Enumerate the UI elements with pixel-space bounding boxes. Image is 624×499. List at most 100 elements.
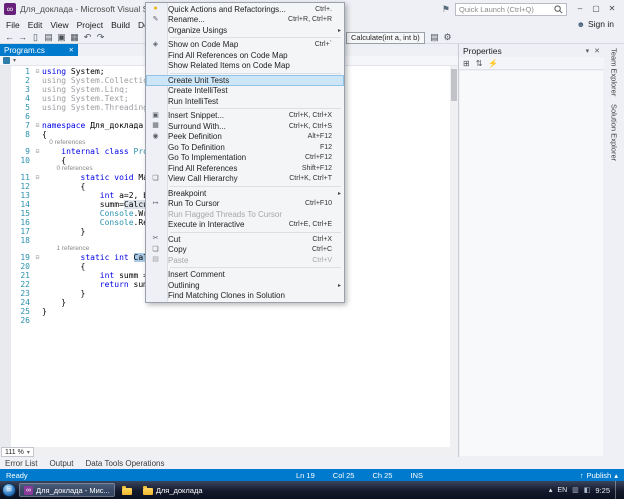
side-tab-solution-explorer[interactable]: Solution Explorer <box>610 104 619 161</box>
notifications-flag-icon[interactable]: ⚑ <box>442 4 450 15</box>
categorized-icon[interactable]: ⊞ <box>463 59 470 68</box>
window-position-chevron-icon[interactable]: ▾ <box>586 47 590 55</box>
redo-icon[interactable]: ↷ <box>94 32 107 43</box>
line-number: 20 <box>11 262 33 271</box>
menu-build[interactable]: Build <box>107 20 134 30</box>
chevron-down-icon[interactable]: ▾ <box>13 57 16 64</box>
fold-column <box>33 280 42 289</box>
context-menu-item-paste: ▤PasteCtrl+V <box>146 255 344 266</box>
context-menu-item-breakpoint[interactable]: Breakpoint▸ <box>146 188 344 199</box>
context-menu-item-surround-with[interactable]: ▦Surround With...Ctrl+K, Ctrl+S <box>146 121 344 132</box>
show-desktop-button[interactable] <box>615 481 619 499</box>
menu-view[interactable]: View <box>46 20 72 30</box>
taskbar-app-для-доклада[interactable]: Для_доклада <box>139 483 207 497</box>
context-menu-item-create-intellitest[interactable]: Create IntelliTest <box>146 86 344 97</box>
context-menu-item-find-all-references-on-code-map[interactable]: Find All References on Code Map <box>146 50 344 61</box>
context-menu-item-go-to-definition[interactable]: Go To DefinitionF12 <box>146 142 344 153</box>
context-menu-item-create-unit-tests[interactable]: Create Unit Tests <box>146 75 344 86</box>
context-menu-item-execute-in-interactive[interactable]: Execute in InteractiveCtrl+E, Ctrl+E <box>146 220 344 231</box>
editor-vertical-scrollbar[interactable] <box>450 66 458 447</box>
minimize-button[interactable]: – <box>572 2 588 16</box>
close-button[interactable]: ✕ <box>604 2 620 16</box>
code-segment: { <box>42 262 85 271</box>
fold-column <box>33 316 42 325</box>
fold-column <box>33 209 42 218</box>
bottom-tool-tabs: Error List Output Data Tools Operations <box>0 457 624 469</box>
maximize-button[interactable]: ▢ <box>588 2 604 16</box>
taskbar-app-для-доклада-мис[interactable]: ∞Для_доклада - Мис... <box>19 483 115 497</box>
back-icon[interactable]: ← <box>3 32 16 42</box>
tab-program-cs[interactable]: Program.cs ✕ <box>0 44 78 56</box>
context-menu-item-go-to-implementation[interactable]: Go To ImplementationCtrl+F12 <box>146 153 344 164</box>
undo-icon[interactable]: ↶ <box>81 32 94 43</box>
context-menu-item-outlining[interactable]: Outlining▸ <box>146 280 344 291</box>
context-menu-item-rename[interactable]: ✎Rename...Ctrl+R, Ctrl+R <box>146 15 344 26</box>
scrollbar-thumb[interactable] <box>451 69 457 101</box>
context-menu-item-organize-usings[interactable]: Organize Usings▸ <box>146 25 344 36</box>
context-menu-item-run-to-cursor[interactable]: ↦Run To CursorCtrl+F10 <box>146 199 344 210</box>
publish-control[interactable]: ↑ Publish ▴ <box>580 471 618 480</box>
code-segment: namespace <box>42 121 85 130</box>
volume-icon[interactable]: ◧ <box>584 486 591 494</box>
tab-close-icon[interactable]: ✕ <box>69 46 74 54</box>
fold-column <box>33 245 42 253</box>
forward-icon[interactable]: → <box>16 32 29 42</box>
menu-edit[interactable]: Edit <box>24 20 47 30</box>
context-menu-item-find-matching-clones-in-solution[interactable]: Find Matching Clones in Solution <box>146 291 344 302</box>
context-menu-item-copy[interactable]: ❏CopyCtrl+C <box>146 245 344 256</box>
context-menu-item-view-call-hierarchy[interactable]: ❏View Call HierarchyCtrl+K, Ctrl+T <box>146 174 344 185</box>
alphabetical-icon[interactable]: ⇅ <box>476 59 483 68</box>
context-menu-item-quick-actions-and-refactorings[interactable]: ●Quick Actions and Refactorings...Ctrl+. <box>146 4 344 15</box>
status-bar: Ready Ln 19 Col 25 Ch 25 INS ↑ Publish ▴ <box>0 469 624 481</box>
chevron-up-icon[interactable]: ▴ <box>549 486 553 494</box>
menu-separator <box>170 267 341 268</box>
start-button[interactable]: ⊞ <box>2 483 16 497</box>
project-icon <box>3 57 10 64</box>
close-icon[interactable]: ✕ <box>594 47 600 55</box>
fold-toggle-icon[interactable]: ⊟ <box>33 173 42 182</box>
side-tab-team-explorer[interactable]: Team Explorer <box>610 48 619 96</box>
fold-toggle-icon[interactable]: ⊟ <box>33 121 42 130</box>
context-menu-item-show-on-code-map[interactable]: ◈Show on Code MapCtrl+` <box>146 40 344 51</box>
sign-in-link[interactable]: Sign in <box>588 19 614 29</box>
menu-file[interactable]: File <box>2 20 24 30</box>
open-file-icon[interactable]: ▤ <box>42 32 55 43</box>
line-number: 26 <box>11 316 33 325</box>
context-menu-item-run-intellitest[interactable]: Run IntelliTest <box>146 96 344 107</box>
code-segment: using System.Linq; <box>42 85 129 94</box>
menu-project[interactable]: Project <box>73 20 107 30</box>
events-icon[interactable]: ⚡ <box>488 59 498 68</box>
properties-header[interactable]: Properties ▾ ✕ <box>459 44 604 57</box>
bottom-tab-data-tools-operations[interactable]: Data Tools Operations <box>85 459 164 468</box>
code-segment <box>42 253 81 262</box>
save-all-icon[interactable]: ▦ <box>68 32 81 43</box>
context-menu-item-find-all-references[interactable]: Find All ReferencesShift+F12 <box>146 163 344 174</box>
context-menu-item-insert-snippet[interactable]: ▣Insert Snippet...Ctrl+K, Ctrl+X <box>146 111 344 122</box>
code-segment: int <box>100 271 114 280</box>
menu-separator <box>170 108 341 109</box>
zoom-control[interactable]: 111 % ▾ <box>1 447 34 457</box>
fold-toggle-icon[interactable]: ⊟ <box>33 147 42 156</box>
list-icon[interactable]: ▤ <box>428 32 441 43</box>
context-menu-item-cut[interactable]: ✂CutCtrl+X <box>146 234 344 245</box>
context-menu-item-show-related-items-on-code-map[interactable]: Show Related Items on Code Map <box>146 61 344 72</box>
quick-launch-search[interactable]: Quick Launch (Ctrl+Q) <box>455 3 567 16</box>
taskbar-app-folder[interactable] <box>118 483 136 497</box>
network-icon[interactable]: ▥ <box>572 486 579 494</box>
clock[interactable]: 9:25 <box>595 486 610 495</box>
bottom-tab-error-list[interactable]: Error List <box>5 459 37 468</box>
context-menu-item-insert-comment[interactable]: Insert Comment <box>146 270 344 281</box>
fold-column <box>33 307 42 316</box>
language-indicator[interactable]: EN <box>557 487 567 494</box>
fold-toggle-icon[interactable]: ⊟ <box>33 253 42 262</box>
bottom-tab-output[interactable]: Output <box>49 459 73 468</box>
caret-position-group: Ln 19 Col 25 Ch 25 INS <box>296 471 423 480</box>
context-menu-item-peek-definition[interactable]: ◉Peek DefinitionAlt+F12 <box>146 132 344 143</box>
menu-item-shortcut: Ctrl+F10 <box>305 200 335 207</box>
new-file-icon[interactable]: ▯ <box>29 32 42 43</box>
menu-item-label: Insert Comment <box>165 270 225 279</box>
gear-icon[interactable]: ⚙ <box>441 32 454 43</box>
save-icon[interactable]: ▣ <box>55 32 68 43</box>
fold-toggle-icon[interactable]: ⊟ <box>33 67 42 76</box>
menu-item-shortcut: Ctrl+K, Ctrl+S <box>289 123 335 130</box>
